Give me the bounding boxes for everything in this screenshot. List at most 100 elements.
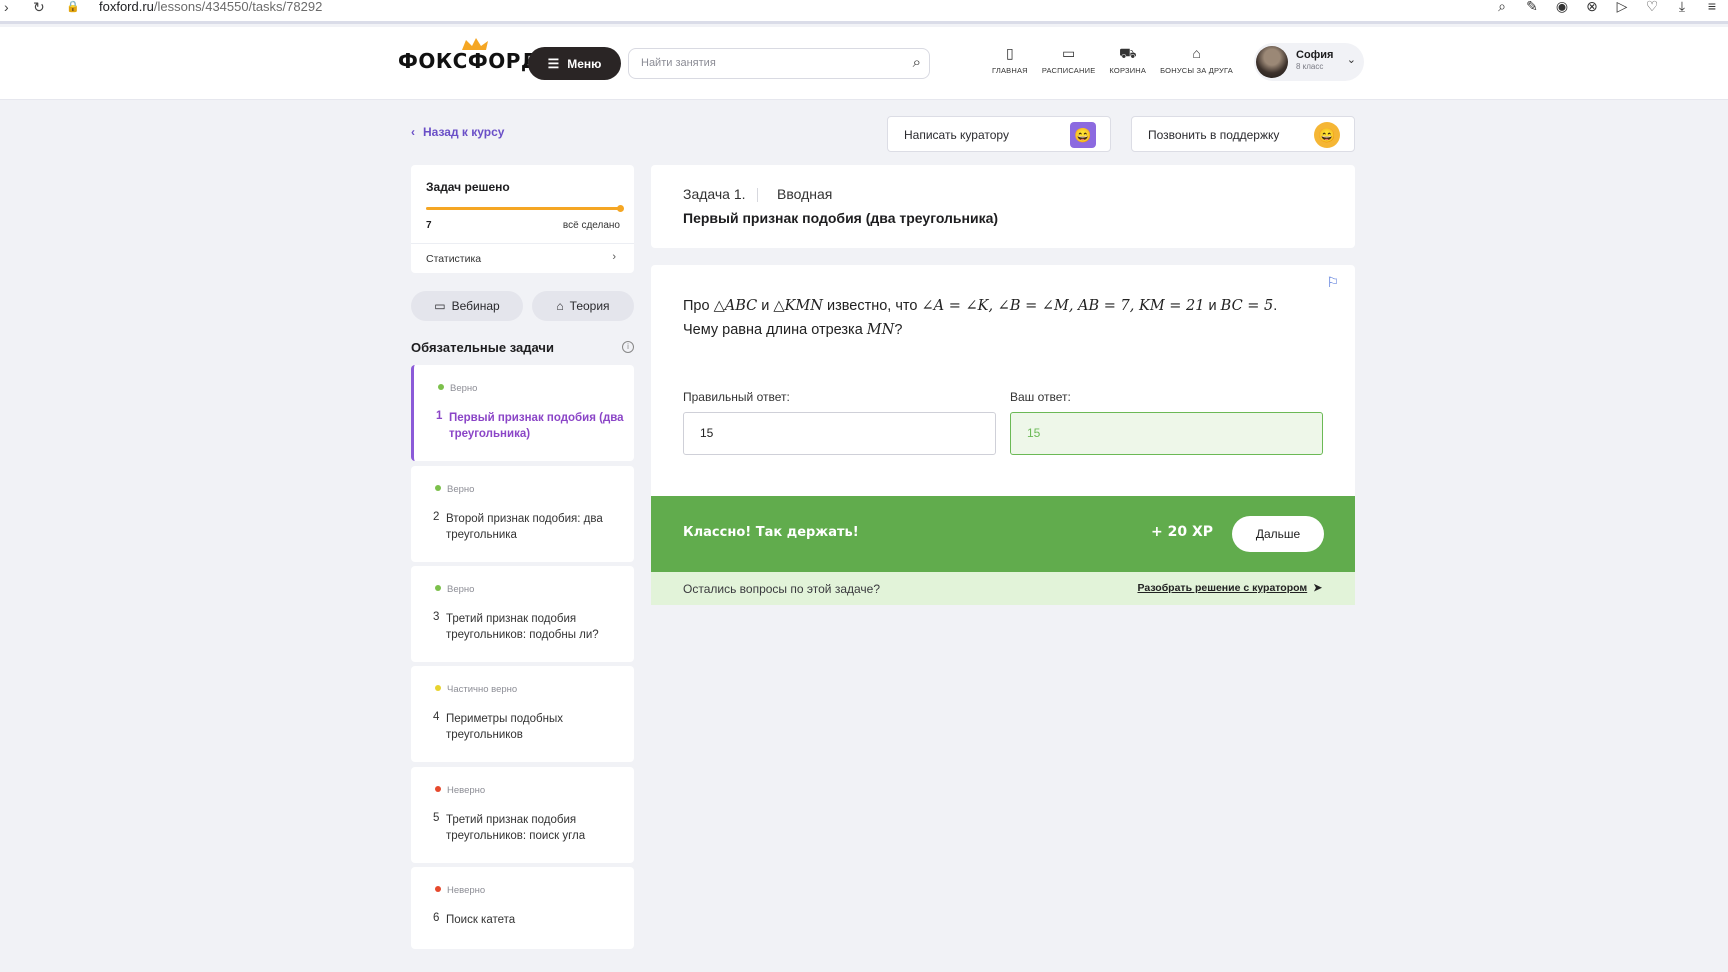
task-list-item[interactable]: Неверно 6 Поиск катета	[411, 867, 634, 949]
task-status: Частично верно	[435, 684, 517, 695]
xp-reward: + 20 XP	[1151, 524, 1214, 540]
user-grade: 8 класс	[1296, 62, 1324, 71]
correct-answer-label: Правильный ответ:	[683, 390, 790, 404]
task-title: Поиск катета	[446, 914, 516, 926]
chevron-right-icon[interactable]: ›	[612, 251, 616, 263]
task-number: 2	[433, 511, 440, 523]
task-title: Третий признак подобия треугольников: по…	[446, 814, 586, 842]
calendar-icon: ▭	[1062, 45, 1076, 61]
video-icon: ▭	[434, 299, 446, 313]
task-list-item[interactable]: Верно 3 Третий признак подобия треугольник…	[411, 566, 634, 662]
forward-icon[interactable]: ›	[4, 0, 9, 14]
done-label: всё сделано	[562, 220, 620, 231]
reload-icon[interactable]: ↻	[33, 0, 45, 14]
your-answer-field: 15	[1010, 412, 1323, 455]
url-host: foxford.ru	[99, 0, 154, 14]
solved-count: 7	[426, 220, 432, 231]
play-icon[interactable]: ▷	[1614, 0, 1630, 15]
task-list-item[interactable]: Верно 1 Первый признак подобия (два треуго…	[411, 365, 634, 461]
address-bar[interactable]: foxford.ru/lessons/434550/tasks/78292	[99, 0, 322, 14]
chevron-left-icon: ‹	[411, 125, 415, 139]
status-dot-icon	[435, 886, 441, 892]
webinar-button[interactable]: ▭ Вебинар	[411, 291, 523, 321]
menu-icon: ☰	[547, 55, 560, 71]
nav-schedule[interactable]: ▭ РАСПИСАНИЕ	[1042, 45, 1096, 75]
required-tasks-title: Обязательные задачи	[411, 340, 554, 355]
nav-home[interactable]: ▯ ГЛАВНАЯ	[992, 45, 1028, 75]
edit-icon[interactable]: ✎	[1524, 0, 1540, 15]
task-kind: Вводная	[777, 186, 833, 202]
avatar	[1256, 46, 1288, 78]
search-input[interactable]	[641, 57, 891, 69]
questions-bar: Остались вопросы по этой задаче? Разобра…	[651, 572, 1355, 605]
task-status: Неверно	[435, 885, 485, 896]
task-list-item[interactable]: Верно 2 Второй признак подобия: два треуго…	[411, 466, 634, 562]
task-title: Первый признак подобия (два треугольника…	[683, 210, 999, 226]
support-headset-icon: 😄	[1314, 122, 1340, 148]
graduation-cap-icon: ⌂	[556, 299, 564, 313]
task-title: Второй признак подобия: два треугольника	[446, 513, 603, 541]
info-icon[interactable]: i	[622, 341, 634, 353]
back-to-course-link[interactable]: ‹ Назад к курсу	[411, 125, 504, 139]
home-icon: ▯	[1006, 45, 1014, 61]
result-message: Классно! Так держать!	[683, 525, 859, 540]
camera-icon[interactable]: ◉	[1554, 0, 1570, 15]
status-dot-icon	[438, 384, 444, 390]
download-icon[interactable]: ⤓	[1674, 0, 1690, 15]
extensions-icon[interactable]: ≡	[1704, 0, 1720, 15]
user-menu[interactable]: София 8 класс ⌄	[1254, 43, 1364, 81]
discuss-with-curator-link[interactable]: Разобрать решение с куратором ➤	[1137, 582, 1322, 594]
progress-fill	[426, 207, 622, 210]
site-header: ФОКСФОРД ☰ Меню ⌕ ▯ ГЛАВНАЯ ▭ РАСПИСАНИЕ…	[0, 27, 1728, 100]
task-number: Задача 1.	[683, 186, 746, 202]
search-icon[interactable]: ⌕	[913, 54, 921, 71]
task-number: 1	[436, 410, 443, 422]
cart-icon: ⛟	[1118, 45, 1137, 61]
send-plane-icon: ➤	[1313, 582, 1322, 594]
questions-text: Остались вопросы по этой задаче?	[683, 582, 881, 596]
task-number: 3	[433, 611, 440, 623]
zoom-icon[interactable]: ⌕	[1494, 0, 1510, 15]
task-title: Периметры подобных треугольников	[446, 713, 563, 741]
status-dot-icon	[435, 786, 441, 792]
task-title: Третий признак подобия треугольников: по…	[446, 613, 599, 641]
next-button[interactable]: Дальше	[1232, 516, 1324, 552]
task-number: 6	[433, 912, 440, 924]
question-line-2: Чему равна длина отрезка MN?	[683, 322, 903, 338]
progress-bar	[426, 205, 624, 212]
task-status: Верно	[435, 584, 474, 595]
statistics-link[interactable]: Статистика	[426, 253, 481, 265]
write-curator-button[interactable]: Написать куратору 😄	[887, 116, 1111, 152]
call-support-button[interactable]: Позвонить в поддержку 😄	[1131, 116, 1355, 152]
correct-answer-field: 15	[683, 412, 996, 455]
menu-label: Меню	[567, 56, 602, 71]
gift-icon: ⌂	[1192, 45, 1201, 61]
status-dot-icon	[435, 485, 441, 491]
theory-button[interactable]: ⌂ Теория	[532, 291, 634, 321]
divider	[757, 188, 758, 202]
user-name: София	[1296, 49, 1334, 61]
your-answer-label: Ваш ответ:	[1010, 390, 1071, 404]
browser-toolbar: › ↻ 🔒 foxford.ru/lessons/434550/tasks/78…	[0, 0, 1728, 24]
task-header: Задача 1. Вводная Первый признак подобия…	[651, 165, 1355, 248]
result-banner: Классно! Так держать! + 20 XP Дальше	[651, 496, 1355, 572]
task-number: 5	[433, 812, 440, 824]
nav-cart[interactable]: ⛟ КОРЗИНА	[1109, 45, 1146, 75]
heart-icon[interactable]: ♡	[1644, 0, 1660, 15]
lock-icon[interactable]: 🔒	[66, 0, 80, 14]
fox-crown-icon	[462, 38, 488, 50]
task-body: ⚐ Про △ABC и △KMN известно, что ∠A = ∠K,…	[651, 265, 1355, 496]
menu-button[interactable]: ☰ Меню	[528, 47, 621, 80]
flag-icon[interactable]: ⚐	[1326, 274, 1339, 291]
task-list-item[interactable]: Неверно 5 Третий признак подобия треугольн…	[411, 767, 634, 863]
task-list-item[interactable]: Частично верно 4 Периметры подобных треуго…	[411, 666, 634, 762]
browser-tools: ⌕ ✎ ◉ ⊗ ▷ ♡ ⤓ ≡	[1494, 0, 1720, 15]
progress-title: Задач решено	[426, 180, 510, 194]
main-nav: ▯ ГЛАВНАЯ ▭ РАСПИСАНИЕ ⛟ КОРЗИНА ⌂ БОНУС…	[992, 45, 1247, 75]
task-status: Верно	[438, 383, 477, 394]
task-status: Верно	[435, 484, 474, 495]
foxford-logo[interactable]: ФОКСФОРД	[398, 38, 539, 73]
nav-bonus[interactable]: ⌂ БОНУСЫ ЗА ДРУГА	[1160, 45, 1233, 75]
status-dot-icon	[435, 685, 441, 691]
close-circle-icon[interactable]: ⊗	[1584, 0, 1600, 15]
